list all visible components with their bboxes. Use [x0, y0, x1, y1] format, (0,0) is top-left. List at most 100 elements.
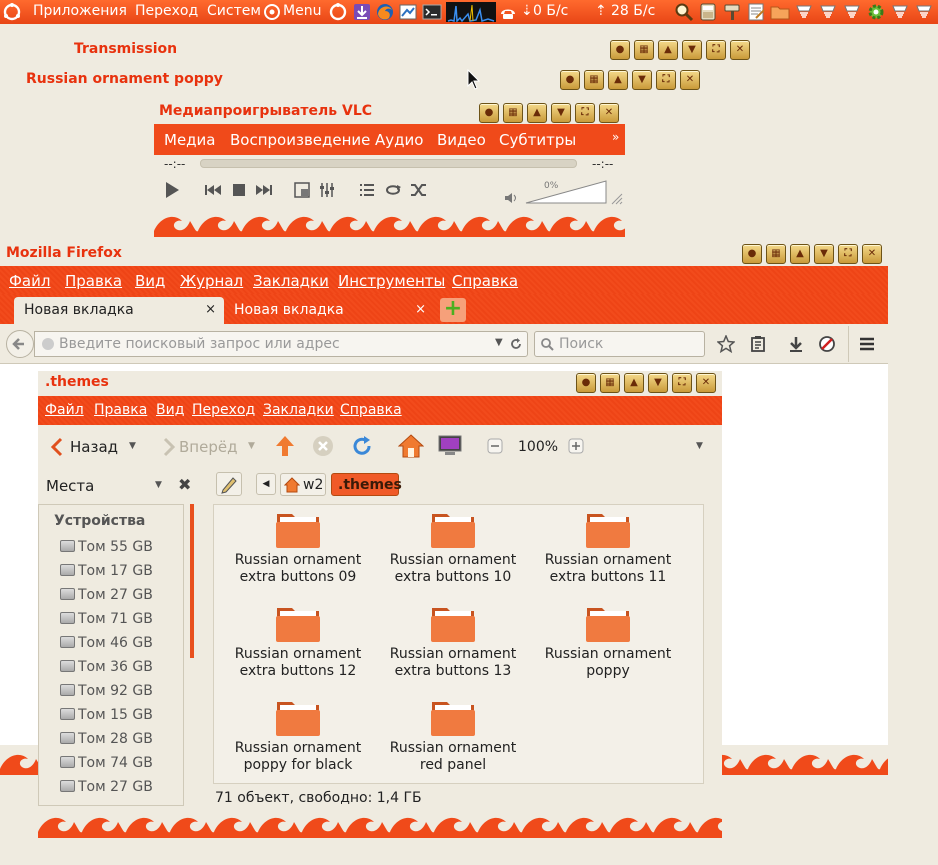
crumbs-left-icon[interactable]: ◀: [256, 473, 276, 495]
vlc-menu-audio[interactable]: Аудио: [375, 131, 423, 149]
applications-menu[interactable]: Приложения: [33, 3, 127, 19]
search-icon[interactable]: [674, 2, 694, 22]
ubuntu-logo-icon[interactable]: [2, 2, 22, 22]
places-selector[interactable]: Места: [46, 477, 94, 495]
lamp-icon-2[interactable]: [818, 2, 838, 22]
download-arrow-icon[interactable]: [787, 335, 805, 353]
tab-close-icon[interactable]: ×: [415, 302, 426, 317]
maximize-button-icon[interactable]: ⛶: [575, 103, 595, 123]
menu-button-icon[interactable]: ●: [576, 373, 596, 393]
ff-menu-tools[interactable]: Инструменты: [338, 272, 445, 290]
bookmark-star-icon[interactable]: [717, 335, 735, 353]
fullscreen-icon[interactable]: [294, 182, 310, 198]
url-dropdown-icon[interactable]: ▼: [495, 337, 503, 348]
volume-slider[interactable]: [524, 179, 608, 205]
play-icon[interactable]: [162, 180, 182, 200]
back-button[interactable]: [6, 330, 34, 358]
settings-gear-icon[interactable]: [866, 2, 886, 22]
sidebar-item-device[interactable]: Том 36 GB: [60, 659, 153, 675]
menu-logo-icon[interactable]: [262, 2, 282, 22]
nt-menu-file[interactable]: Файл: [45, 402, 84, 418]
poppy-window-title[interactable]: Russian ornament poppy: [26, 71, 223, 87]
ff-menu-file[interactable]: Файл: [9, 272, 50, 290]
menu-button-icon[interactable]: ●: [560, 70, 580, 90]
resize-grip-icon[interactable]: [609, 191, 623, 205]
nt-menu-bookmarks[interactable]: Закладки: [263, 402, 334, 418]
close-button-icon[interactable]: ✕: [730, 40, 750, 60]
vlc-window-title[interactable]: Медиапроигрыватель VLC: [159, 103, 372, 119]
minimize-button-icon[interactable]: ▼: [814, 244, 834, 264]
sidebar-scrollbar[interactable]: [190, 504, 194, 658]
folder-item[interactable]: Russian ornament extra buttons 09: [228, 510, 368, 586]
network-icon[interactable]: [498, 2, 518, 22]
calculator-icon[interactable]: [698, 2, 718, 22]
folder-item[interactable]: Russian ornament poppy for black: [228, 698, 368, 774]
close-sidebar-icon[interactable]: ✖: [178, 475, 191, 494]
previous-icon[interactable]: [204, 183, 222, 197]
maximize-button-icon[interactable]: ⛶: [838, 244, 858, 264]
sidebar-item-device[interactable]: Том 15 GB: [60, 707, 153, 723]
edit-location-button[interactable]: [216, 472, 242, 496]
block-icon[interactable]: [818, 335, 836, 353]
lamp-icon-3[interactable]: [842, 2, 862, 22]
sidebar-item-device[interactable]: Том 28 GB: [60, 731, 153, 747]
shade-button-icon[interactable]: ▲: [624, 373, 644, 393]
ff-menu-history[interactable]: Журнал: [180, 272, 243, 290]
reading-list-icon[interactable]: [749, 335, 767, 353]
folder-item[interactable]: Russian ornament poppy: [538, 604, 678, 680]
vlc-menu-media[interactable]: Медиа: [164, 131, 215, 149]
close-button-icon[interactable]: ✕: [696, 373, 716, 393]
nt-menu-edit[interactable]: Правка: [94, 402, 147, 418]
folder-icon[interactable]: [770, 2, 790, 22]
firefox-window-title[interactable]: Mozilla Firefox: [6, 245, 122, 261]
close-button-icon[interactable]: ✕: [599, 103, 619, 123]
zoom-dropdown-icon[interactable]: ▼: [696, 441, 703, 451]
playlist-icon[interactable]: [359, 183, 375, 197]
lamp-icon-4[interactable]: [890, 2, 910, 22]
maximize-button-icon[interactable]: ⛶: [656, 70, 676, 90]
system-monitor-graph[interactable]: [446, 2, 496, 22]
tab-active[interactable]: Новая вкладка ×: [14, 297, 224, 324]
equalizer-icon[interactable]: [319, 182, 335, 198]
vlc-seek-slider[interactable]: [200, 159, 577, 168]
vlc-menu-playback[interactable]: Воспроизведение: [230, 131, 370, 149]
minimize-button-icon[interactable]: ▼: [648, 373, 668, 393]
close-button-icon[interactable]: ✕: [862, 244, 882, 264]
shuffle-icon[interactable]: [410, 182, 428, 198]
places-dropdown-icon[interactable]: ▼: [155, 480, 162, 490]
tab-close-icon[interactable]: ×: [205, 302, 216, 317]
next-icon[interactable]: [255, 183, 273, 197]
minimize-button-icon[interactable]: ▼: [632, 70, 652, 90]
folder-item[interactable]: Russian ornament extra buttons 10: [383, 510, 523, 586]
terminal-icon[interactable]: [422, 2, 442, 22]
nautilus-window-title[interactable]: .themes: [45, 374, 109, 390]
places-menu[interactable]: Переход: [135, 3, 198, 19]
sidebar-item-device[interactable]: Том 74 GB: [60, 755, 153, 771]
home-icon[interactable]: [398, 433, 424, 459]
back-dropdown-icon[interactable]: ▼: [129, 441, 136, 451]
menu-button-icon[interactable]: ●: [610, 40, 630, 60]
ff-menu-bookmarks[interactable]: Закладки: [253, 272, 329, 290]
nt-back-button[interactable]: Назад: [70, 438, 118, 456]
vlc-menu-more[interactable]: »: [612, 130, 619, 144]
new-tab-button[interactable]: +: [440, 298, 466, 322]
loop-icon[interactable]: [384, 182, 402, 198]
folder-item[interactable]: Russian ornament red panel: [383, 698, 523, 774]
reload-icon[interactable]: [509, 337, 523, 351]
minimize-button-icon[interactable]: ▼: [551, 103, 571, 123]
hamburger-menu-icon[interactable]: [858, 335, 876, 353]
zoom-out-icon[interactable]: [487, 438, 503, 454]
crumb-home[interactable]: w2: [280, 473, 326, 496]
reload-icon[interactable]: [350, 434, 374, 458]
nt-menu-view[interactable]: Вид: [156, 402, 184, 418]
shade-button-icon[interactable]: ▲: [608, 70, 628, 90]
minimize-button-icon[interactable]: ▼: [682, 40, 702, 60]
menu-button-icon[interactable]: ●: [742, 244, 762, 264]
shade-button-icon[interactable]: ▲: [658, 40, 678, 60]
lamp-icon-1[interactable]: [794, 2, 814, 22]
nt-menu-help[interactable]: Справка: [340, 402, 402, 418]
maximize-button-icon[interactable]: ⛶: [706, 40, 726, 60]
menu-button[interactable]: Menu: [283, 3, 321, 19]
stop-icon[interactable]: [232, 183, 246, 197]
sidebar-item-device[interactable]: Том 92 GB: [60, 683, 153, 699]
